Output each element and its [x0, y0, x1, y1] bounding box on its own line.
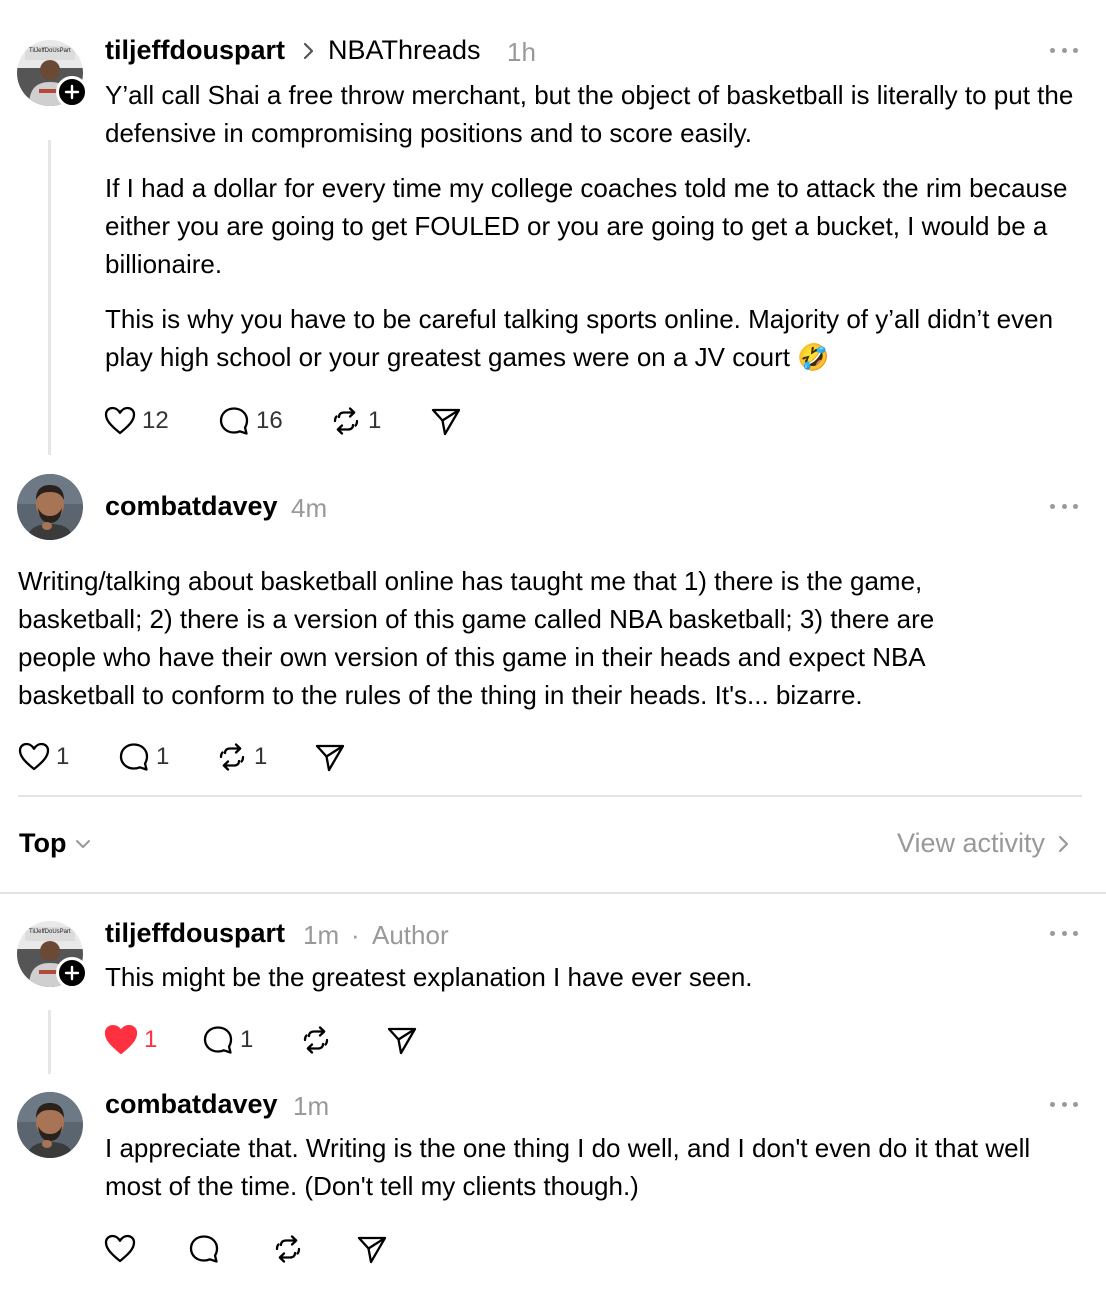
- post-username[interactable]: tiljeffdouspart: [105, 35, 285, 66]
- post-time: 1h: [507, 37, 536, 67]
- like-button[interactable]: 1: [18, 741, 118, 773]
- reply-body: This might be the greatest explanation I…: [105, 962, 753, 992]
- more-options-icon[interactable]: [1050, 1102, 1078, 1110]
- repost-button[interactable]: [272, 1233, 356, 1265]
- post-time: 4m: [291, 493, 328, 523]
- author-badge: Author: [372, 920, 449, 950]
- reply-body: I appreciate that. Writing is the one th…: [105, 1133, 1031, 1201]
- share-icon: [386, 1024, 418, 1056]
- heart-icon: [104, 1233, 136, 1265]
- follow-plus-icon[interactable]: [56, 957, 88, 989]
- divider: [18, 795, 1082, 797]
- repost-icon: [300, 1024, 332, 1056]
- post-actions: 1 1 1: [18, 737, 346, 777]
- avatar-combatdavey[interactable]: [17, 1092, 83, 1158]
- reply-button[interactable]: [188, 1233, 272, 1265]
- share-icon: [356, 1233, 388, 1265]
- post-paragraph: If I had a dollar for every time my coll…: [105, 173, 1068, 279]
- sort-label: Top: [19, 828, 67, 858]
- reply-count: 16: [256, 407, 283, 434]
- post-actions: 12 16 1: [104, 401, 462, 441]
- post-username[interactable]: combatdavey: [105, 491, 278, 522]
- repost-button[interactable]: 1: [330, 405, 430, 437]
- repost-icon: [216, 741, 248, 773]
- like-button[interactable]: 1: [104, 1023, 202, 1057]
- repost-button[interactable]: 1: [216, 741, 314, 773]
- reply-count: 1: [240, 1026, 254, 1053]
- avatar-shirt-text: TilJeffDoUsPart: [29, 48, 71, 54]
- like-count: 1: [144, 1026, 158, 1053]
- heart-icon: [18, 741, 50, 773]
- share-button[interactable]: [356, 1233, 388, 1265]
- follow-plus-icon[interactable]: [56, 76, 88, 108]
- repost-button[interactable]: [300, 1024, 386, 1056]
- post-paragraph: Y’all call Shai a free throw merchant, b…: [105, 80, 1074, 148]
- repost-icon: [330, 405, 362, 437]
- thread-line: [48, 1010, 51, 1074]
- post-body: Y’all call Shai a free throw merchant, b…: [105, 76, 1090, 393]
- repost-count: 1: [254, 743, 268, 770]
- share-button[interactable]: [314, 741, 346, 773]
- like-button[interactable]: [104, 1233, 188, 1265]
- meta-separator: ·: [351, 920, 360, 950]
- reply-time: 1m: [293, 1091, 330, 1121]
- share-icon: [430, 405, 462, 437]
- sort-dropdown[interactable]: Top: [19, 828, 92, 859]
- comment-icon: [188, 1233, 220, 1265]
- view-activity-link[interactable]: View activity: [897, 828, 1071, 859]
- like-count: 1: [56, 743, 70, 770]
- view-activity-label: View activity: [897, 828, 1046, 858]
- heart-icon: [104, 405, 136, 437]
- avatar-shirt-text: TilJeffDoUsPart: [29, 929, 71, 935]
- like-button[interactable]: 12: [104, 405, 218, 437]
- reply-button[interactable]: 16: [218, 405, 330, 437]
- reply-username[interactable]: tiljeffdouspart: [105, 918, 285, 949]
- more-options-icon[interactable]: [1050, 931, 1078, 939]
- repost-icon: [272, 1233, 304, 1265]
- thread-line: [48, 140, 51, 455]
- chevron-right-icon: [302, 41, 316, 66]
- post-paragraph: This is why you have to be careful talki…: [105, 304, 1054, 372]
- comment-icon: [118, 741, 150, 773]
- chevron-right-icon: [1058, 835, 1069, 852]
- share-button[interactable]: [386, 1024, 418, 1056]
- more-options-icon[interactable]: [1050, 504, 1078, 512]
- share-button[interactable]: [430, 405, 462, 437]
- reply-actions: 1 1: [104, 1020, 418, 1060]
- community-link[interactable]: NBAThreads: [328, 35, 481, 66]
- chevron-down-icon: [76, 839, 91, 848]
- more-options-icon[interactable]: [1050, 48, 1078, 56]
- reply-actions: [104, 1229, 388, 1269]
- share-icon: [314, 741, 346, 773]
- avatar-combatdavey[interactable]: [17, 474, 83, 540]
- divider: [0, 892, 1106, 894]
- reply-button[interactable]: 1: [202, 1024, 300, 1056]
- repost-count: 1: [368, 407, 382, 434]
- reply-time: 1m: [303, 920, 340, 950]
- post-body: Writing/talking about basketball online …: [18, 566, 935, 710]
- comment-icon: [202, 1024, 234, 1056]
- like-count: 12: [142, 407, 169, 434]
- comment-icon: [218, 405, 250, 437]
- reply-count: 1: [156, 743, 170, 770]
- reply-button[interactable]: 1: [118, 741, 216, 773]
- heart-filled-icon: [104, 1023, 138, 1057]
- reply-username[interactable]: combatdavey: [105, 1089, 278, 1120]
